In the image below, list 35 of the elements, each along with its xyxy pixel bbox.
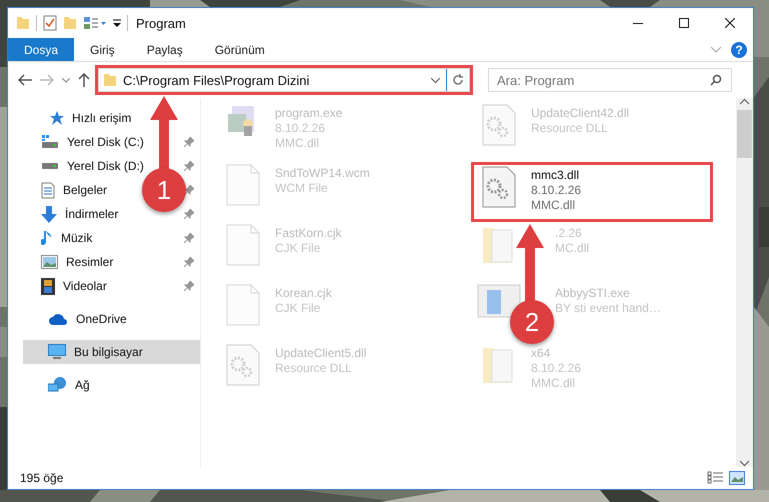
file-detail: WCM File xyxy=(275,181,329,195)
ribbon-tab[interactable]: Görünüm xyxy=(198,38,281,61)
sidebar-item[interactable]: Yerel Disk (C:) xyxy=(67,135,144,149)
sidebar-item[interactable]: İndirmeler xyxy=(65,207,118,221)
sidebar-item[interactable]: OneDrive xyxy=(76,312,127,326)
file-detail: .2.26 xyxy=(555,226,583,240)
ribbon-tab[interactable]: Giriş xyxy=(74,38,131,61)
address-field[interactable]: C:\Program Files\Program Dizini xyxy=(98,68,470,92)
file-detail: MMC.dll xyxy=(531,376,576,390)
item-count: 195 öğe xyxy=(20,471,64,485)
sidebar-item[interactable]: Müzik xyxy=(61,231,92,245)
sidebar-item[interactable]: Videolar xyxy=(63,279,107,293)
sidebar-item[interactable]: Belgeler xyxy=(63,183,108,197)
file-detail: 8.10.2.26 xyxy=(275,121,326,135)
search-field[interactable]: Ara: Program xyxy=(488,68,732,92)
file-detail: CJK File xyxy=(275,301,322,315)
file-detail: 8.10.2.26 xyxy=(531,183,582,197)
help-button[interactable]: ? xyxy=(731,42,747,58)
sidebar-item[interactable]: Ağ xyxy=(75,378,90,392)
file-detail: BY sti event hand… xyxy=(555,301,661,315)
sidebar-item[interactable]: Resimler xyxy=(66,255,114,269)
window-title: Program xyxy=(136,16,186,30)
file-detail: 8.10.2.26 xyxy=(531,361,582,375)
sidebar-item[interactable]: Yerel Disk (D:) xyxy=(67,159,144,173)
file-detail: CJK File xyxy=(275,241,322,255)
file-name[interactable]: mmc3.dll xyxy=(531,168,582,182)
sidebar-item[interactable]: Hızlı erişim xyxy=(72,111,132,125)
ribbon-tab[interactable]: Dosya xyxy=(8,38,74,61)
file-detail: MMC.dll xyxy=(531,198,576,212)
file-detail: MC.dll xyxy=(555,241,590,255)
ribbon-tab[interactable]: Paylaş xyxy=(130,38,199,61)
sidebar-item[interactable]: Bu bilgisayar xyxy=(74,345,143,359)
file-detail: Resource DLL xyxy=(275,361,353,375)
file-detail: MMC.dll xyxy=(275,136,320,150)
file-detail: Resource DLL xyxy=(531,121,609,135)
